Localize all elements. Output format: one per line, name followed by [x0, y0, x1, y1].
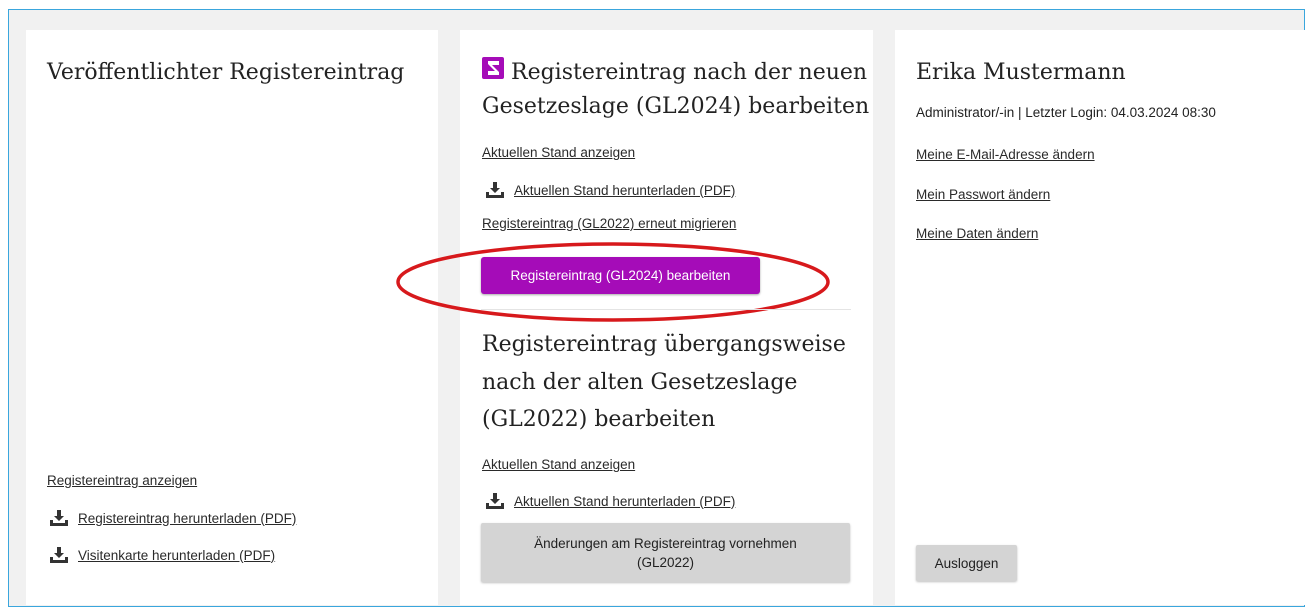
show-published-entry-link[interactable]: Registereintrag anzeigen — [47, 473, 197, 488]
download-current-state-link-gl2022[interactable]: Aktuellen Stand herunterladen (PDF) — [486, 493, 735, 509]
section-divider — [481, 309, 851, 310]
edit-entry-gl2022-label-line1: Änderungen am Registereintrag vornehmen — [534, 535, 797, 551]
download-icon — [50, 547, 68, 563]
change-email-link[interactable]: Meine E-Mail-Adresse ändern — [916, 147, 1095, 162]
edit-entry-gl2022-button[interactable]: Änderungen am Registereintrag vornehmen … — [481, 523, 850, 582]
edit-entry-gl2024-button[interactable]: Registereintrag (GL2024) bearbeiten — [481, 257, 760, 294]
user-name: Erika Mustermann — [916, 60, 1126, 85]
old-law-title-line3: (GL2022) bearbeiten — [482, 407, 716, 432]
logout-button[interactable]: Ausloggen — [916, 545, 1017, 581]
new-law-title-line2: Gesetzeslage (GL2024) bearbeiten — [482, 94, 870, 119]
user-role-last-login: Administrator/-in | Letzter Login: 04.03… — [916, 105, 1216, 120]
download-current-state-label-gl2022: Aktuellen Stand herunterladen (PDF) — [514, 493, 736, 509]
show-current-state-link-gl2024[interactable]: Aktuellen Stand anzeigen — [482, 145, 635, 160]
download-icon — [50, 510, 68, 526]
old-law-title-line1: Registereintrag übergangsweise — [482, 332, 846, 357]
change-data-link[interactable]: Meine Daten ändern — [916, 226, 1038, 241]
new-law-title-line1: Registereintrag nach der neuen — [511, 60, 868, 85]
download-published-entry-link[interactable]: Registereintrag herunterladen (PDF) — [50, 510, 296, 526]
download-business-card-label: Visitenkarte herunterladen (PDF) — [78, 547, 276, 563]
remigrate-entry-link[interactable]: Registereintrag (GL2022) erneut migriere… — [482, 216, 736, 231]
change-password-link[interactable]: Mein Passwort ändern — [916, 187, 1050, 202]
download-icon — [486, 182, 504, 198]
download-current-state-link-gl2024[interactable]: Aktuellen Stand herunterladen (PDF) — [486, 182, 735, 198]
app-logo-icon — [482, 57, 504, 79]
download-published-entry-label: Registereintrag herunterladen (PDF) — [78, 510, 297, 526]
download-business-card-link[interactable]: Visitenkarte herunterladen (PDF) — [50, 547, 275, 563]
download-icon — [486, 493, 504, 509]
edit-entry-gl2022-label-line2: (GL2022) — [636, 554, 695, 570]
download-current-state-label-gl2024: Aktuellen Stand herunterladen (PDF) — [514, 182, 736, 198]
published-entry-title: Veröffentlichter Registereintrag — [47, 60, 405, 85]
old-law-title-line2: nach der alten Gesetzeslage — [482, 370, 798, 395]
show-current-state-link-gl2022[interactable]: Aktuellen Stand anzeigen — [482, 457, 635, 472]
